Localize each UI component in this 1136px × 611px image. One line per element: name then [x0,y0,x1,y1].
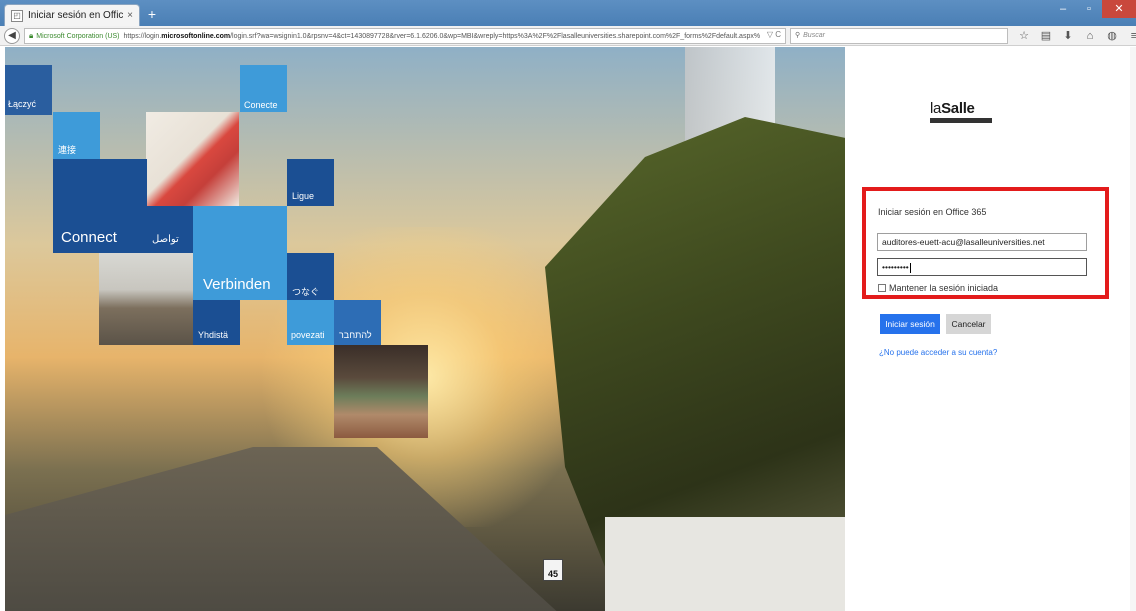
new-tab-button[interactable]: + [144,6,160,22]
password-mask: ••••••••• [882,262,909,272]
password-field[interactable]: ••••••••• [877,258,1087,276]
site-identity: Microsoft Corporation (US) [36,32,120,40]
browser-titlebar: ◰ Iniciar sesión en Office 365 × + – ▫ ✕ [0,0,1136,26]
photo-woman-coffee [146,112,239,206]
concrete-wall [605,517,845,611]
star-icon[interactable]: ☆ [1016,28,1032,44]
toolbar-icons: ☆ ▤ ⬇ ⌂ ◍ ≡ [1016,28,1136,44]
tile-lehitchaber: להתחבר [334,300,381,345]
keep-signed-in-checkbox[interactable] [878,284,886,292]
minimize-button[interactable]: – [1050,0,1076,18]
bookmarks-icon[interactable]: ▤ [1038,28,1054,44]
browser-tab[interactable]: ◰ Iniciar sesión en Office 365 × [4,4,140,26]
cancel-button[interactable]: Cancelar [946,314,991,334]
search-icon: ⚲ [795,32,801,39]
page-scrollbar[interactable] [1130,47,1136,611]
tile-laczyc: Łączyć [5,65,52,115]
tile-label: Ligue [292,191,315,201]
maximize-button[interactable]: ▫ [1076,0,1102,18]
home-icon[interactable]: ⌂ [1082,28,1098,44]
speed-limit-sign: 45 [543,559,563,581]
tab-title: Iniciar sesión en Office 365 [28,10,124,21]
tile-label: Conecte [244,100,278,110]
search-input[interactable]: ⚲ Buscar [790,28,1008,44]
url-text: https://login.microsoftonline.com/login.… [123,32,761,40]
text-caret [909,262,911,273]
tile-label: povezati [291,330,325,340]
signin-button[interactable]: Iniciar sesión [880,314,940,334]
lasalle-logo: laSalle [930,100,994,123]
office-favicon-icon: ◰ [11,9,23,22]
tab-close-icon[interactable]: × [127,10,133,21]
address-bar[interactable]: 🔒︎ Microsoft Corporation (US) https://lo… [24,28,786,44]
search-placeholder: Buscar [803,32,825,39]
keep-signed-in: Mantener la sesión iniciada [878,283,998,293]
tile-verbinden: Verbinden [193,206,287,300]
tile-lianjie: 連接 [53,112,100,159]
photo-man-laptop [334,345,428,438]
back-button[interactable]: ◀ [4,28,20,44]
reload-icon[interactable]: ▽ C [767,30,781,39]
tile-ligue: Ligue [287,159,334,206]
tile-povezati: povezati [287,300,334,345]
navigation-bar: ◀ 🔒︎ Microsoft Corporation (US) https://… [0,26,1136,46]
form-title: Iniciar sesión en Office 365 [878,207,987,217]
lock-icon: 🔒︎ [29,31,34,40]
tile-label: Verbinden [203,276,271,293]
tile-label: つなぐ [292,287,320,297]
tile-label: Yhdistä [198,330,229,340]
photo-man-phone [99,253,193,345]
chat-icon[interactable]: ◍ [1104,28,1120,44]
tile-label: להתחבר [339,330,372,340]
tile-label: Łączyć [8,99,37,109]
logo-bar [930,118,992,123]
window-controls: – ▫ ✕ [1050,0,1136,18]
tile-label: 連接 [58,145,77,155]
tile-yhdista: Yhdistä [193,300,240,345]
tile-tawasal: تواصل [146,206,193,253]
tile-label: تواصل [152,234,179,245]
tile-tsunagu: つなぐ [287,253,334,300]
close-window-button[interactable]: ✕ [1102,0,1136,18]
tile-conecte: Conecte [240,65,287,112]
tile-connect: Connect [53,159,147,253]
username-field[interactable]: auditores-euett-acu@lasalleuniversities.… [877,233,1087,251]
tile-label: Connect [61,229,117,246]
download-icon[interactable]: ⬇ [1060,28,1076,44]
menu-icon[interactable]: ≡ [1126,28,1136,44]
hero-image: Łączyć Conecte 連接 Ligue Connect تواصل Ve… [5,47,845,611]
cant-access-link[interactable]: ¿No puede acceder a su cuenta? [879,348,997,357]
keep-signed-in-label[interactable]: Mantener la sesión iniciada [889,283,998,293]
